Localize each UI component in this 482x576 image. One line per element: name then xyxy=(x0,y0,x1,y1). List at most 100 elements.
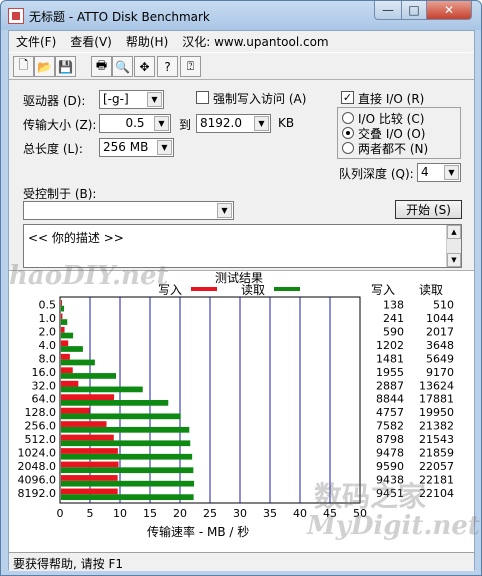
transfer-to-select[interactable]: 8192.0 ▼ xyxy=(196,114,271,133)
context-help-icon[interactable]: ⍰ xyxy=(180,56,201,77)
y-tick-label: 2048.0 xyxy=(18,460,57,473)
write-bar xyxy=(61,461,119,468)
direct-io-checkbox[interactable]: ✓ xyxy=(341,91,354,104)
minimize-button[interactable]: — xyxy=(374,1,402,20)
transfer-from-value: 0.5 xyxy=(125,116,145,130)
write-bar xyxy=(61,353,70,360)
status-text: 要获得帮助, 请按 F1 xyxy=(13,557,123,571)
read-bar xyxy=(61,359,95,366)
status-bar: 要获得帮助, 请按 F1 xyxy=(9,552,474,571)
start-button[interactable]: 开始 (S) xyxy=(395,200,462,219)
total-length-label: 总长度 (L): xyxy=(23,142,83,156)
read-bar xyxy=(61,440,191,447)
drive-select[interactable]: [-g-] ▼ xyxy=(99,90,164,109)
open-icon[interactable]: 📂 xyxy=(34,56,55,77)
title-bar[interactable]: 无标题 - ATTO Disk Benchmark — □ ✕ xyxy=(1,1,481,30)
x-tick-label: 35 xyxy=(263,507,277,520)
y-tick-label: 8.0 xyxy=(39,352,57,365)
move-icon[interactable]: ✥ xyxy=(134,56,155,77)
read-bar xyxy=(61,480,195,487)
queue-depth-select[interactable]: 4 ▼ xyxy=(417,163,461,182)
write-bar xyxy=(61,367,73,374)
x-tick-label: 10 xyxy=(113,507,127,520)
y-tick-label: 512.0 xyxy=(25,433,57,446)
read-value: 17881 xyxy=(419,393,454,406)
y-tick-label: 32.0 xyxy=(32,379,57,392)
write-bar xyxy=(61,407,90,414)
write-bar xyxy=(61,340,69,347)
transfer-to-value: 8192.0 xyxy=(200,116,242,130)
chevron-down-icon[interactable]: ▼ xyxy=(217,203,232,218)
close-button[interactable]: ✕ xyxy=(426,1,472,20)
print-preview-icon[interactable]: 🔍 xyxy=(112,56,133,77)
write-bar xyxy=(61,488,118,495)
write-value: 590 xyxy=(383,325,404,338)
menu-file[interactable]: 文件(F) xyxy=(9,33,63,50)
help-icon[interactable]: ? xyxy=(157,56,178,77)
neither-radio[interactable] xyxy=(342,142,354,154)
read-bar xyxy=(61,467,194,474)
x-tick-label: 0 xyxy=(57,507,64,520)
write-bar xyxy=(61,313,63,320)
app-window: 无标题 - ATTO Disk Benchmark — □ ✕ 文件(F) 查看… xyxy=(0,0,482,576)
chevron-down-icon[interactable]: ▼ xyxy=(154,116,169,131)
y-tick-label: 0.5 xyxy=(39,298,57,311)
io-compare-radio[interactable] xyxy=(342,112,354,124)
write-bar xyxy=(61,394,115,400)
results-panel: 测试结果 写入 读取 写入 读取 0 5 10 15 20 25 30 35 40 45 50 0.5… xyxy=(9,261,480,552)
transfer-size-label: 传输大小 (Z): xyxy=(23,118,97,132)
maximize-button[interactable]: □ xyxy=(401,1,427,20)
y-tick-label: 8192.0 xyxy=(18,487,57,500)
menu-view[interactable]: 查看(V) xyxy=(63,33,119,50)
read-value: 13624 xyxy=(419,379,454,392)
overlap-io-radio[interactable] xyxy=(342,127,354,139)
total-length-select[interactable]: 256 MB ▼ xyxy=(99,138,174,157)
queue-depth-label: 队列深度 (Q): xyxy=(339,167,414,181)
y-tick-label: 128.0 xyxy=(25,406,57,419)
read-bar xyxy=(61,386,143,393)
write-bar xyxy=(61,434,114,441)
write-value: 2887 xyxy=(376,379,404,392)
client-area: 文件(F) 查看(V) 帮助(H) 汉化: www.upantool.com 🗋… xyxy=(8,30,480,571)
write-value: 9590 xyxy=(376,460,404,473)
scroll-up-icon[interactable]: ▲ xyxy=(447,225,461,239)
x-tick-label: 15 xyxy=(143,507,157,520)
queue-depth-value: 4 xyxy=(421,165,429,179)
chevron-down-icon[interactable]: ▼ xyxy=(254,116,269,131)
menu-bar: 文件(F) 查看(V) 帮助(H) 汉化: www.upantool.com xyxy=(9,31,474,51)
write-value: 8844 xyxy=(376,393,404,406)
write-bar xyxy=(61,421,107,427)
app-icon[interactable] xyxy=(8,8,24,24)
menu-help[interactable]: 帮助(H) xyxy=(119,33,175,50)
write-value: 1955 xyxy=(376,366,404,379)
controlled-by-select[interactable]: ▼ xyxy=(23,201,234,220)
chevron-down-icon[interactable]: ▼ xyxy=(444,165,459,180)
write-value: 241 xyxy=(383,312,404,325)
read-value: 9170 xyxy=(426,366,454,379)
y-tick-label: 1.0 xyxy=(39,312,57,325)
chevron-down-icon[interactable]: ▼ xyxy=(157,140,172,155)
x-tick-label: 25 xyxy=(203,507,217,520)
menu-localization[interactable]: 汉化: www.upantool.com xyxy=(175,33,335,50)
print-icon[interactable]: 🖶 xyxy=(91,56,112,77)
new-icon[interactable]: 🗋 xyxy=(13,56,34,77)
io-mode-group: I/O 比较 (C) 交叠 I/O (O) 两者都不 (N) xyxy=(337,107,461,159)
to-label: 到 xyxy=(179,118,192,132)
write-value: 8798 xyxy=(376,433,404,446)
scroll-down-icon[interactable]: ▼ xyxy=(447,253,461,267)
transfer-from-select[interactable]: 0.5 ▼ xyxy=(99,114,171,133)
y-tick-label: 64.0 xyxy=(32,393,57,406)
read-bar xyxy=(61,426,190,433)
drive-value: [-g-] xyxy=(103,92,129,106)
write-value: 4757 xyxy=(376,406,404,419)
force-write-checkbox[interactable] xyxy=(196,91,209,104)
read-value: 19950 xyxy=(419,406,454,419)
save-icon[interactable]: 💾 xyxy=(55,56,76,77)
write-bar xyxy=(61,475,118,481)
chevron-down-icon[interactable]: ▼ xyxy=(147,92,162,107)
read-bar xyxy=(61,373,117,379)
x-tick-label: 30 xyxy=(233,507,247,520)
read-bar xyxy=(61,494,194,500)
window-title: 无标题 - ATTO Disk Benchmark xyxy=(29,10,210,24)
description-scrollbar[interactable]: ▲ ▼ xyxy=(446,225,461,267)
